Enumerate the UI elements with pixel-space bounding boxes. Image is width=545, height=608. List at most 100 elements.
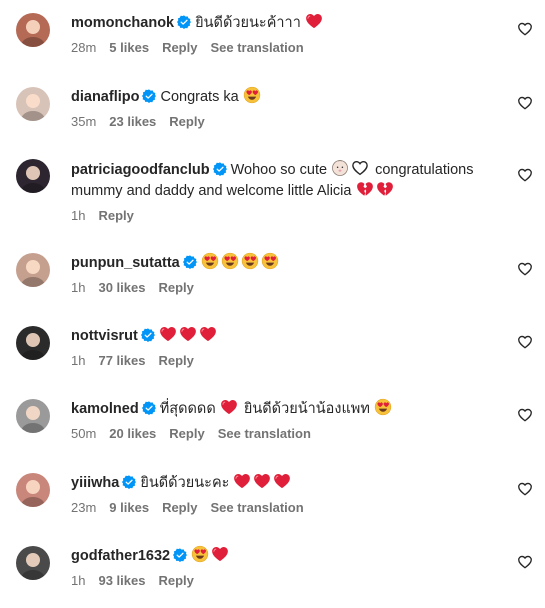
heart-eyes-emoji-icon (221, 252, 239, 270)
reply-button[interactable]: Reply (158, 353, 193, 368)
heart-eyes-emoji-icon (201, 252, 219, 270)
comment-meta: 35m 23 likes Reply (71, 114, 505, 130)
avatar[interactable] (16, 546, 50, 580)
avatar[interactable] (16, 159, 50, 193)
comment-meta: 1h 77 likes Reply (71, 353, 505, 369)
comment-time[interactable]: 1h (71, 280, 85, 295)
heart-eyes-emoji-icon (191, 545, 209, 563)
comment-text: Congrats ka (160, 89, 239, 105)
comment-time[interactable]: 35m (71, 114, 96, 129)
username[interactable]: yiiiwha (71, 475, 119, 491)
red-heart-emoji-icon (253, 472, 271, 490)
verified-badge-icon (213, 162, 227, 176)
like-heart-icon[interactable] (517, 21, 533, 37)
see-translation-button[interactable]: See translation (218, 426, 311, 441)
red-heart-emoji-icon (179, 325, 197, 343)
comment-text-line: nottvisrut (71, 325, 505, 346)
reply-button[interactable]: Reply (162, 40, 197, 55)
heart-eyes-emoji-icon (243, 86, 261, 104)
see-translation-button[interactable]: See translation (210, 40, 303, 55)
verified-badge-icon (183, 255, 197, 269)
verified-badge-icon (142, 401, 156, 415)
likes-count[interactable]: 9 likes (109, 500, 149, 515)
verified-badge-icon (122, 475, 136, 489)
comment-time[interactable]: 1h (71, 208, 85, 223)
comment-text-line: punpun_sutatta (71, 252, 505, 273)
reply-button[interactable]: Reply (98, 208, 133, 223)
baby-emoji-icon (331, 159, 349, 177)
red-heart-emoji-icon (199, 325, 217, 343)
comment-text: Wohoo so cute (230, 162, 328, 178)
username[interactable]: dianaflipo (71, 89, 139, 105)
reply-button[interactable]: Reply (162, 500, 197, 515)
avatar[interactable] (16, 473, 50, 507)
avatar[interactable] (16, 87, 50, 121)
broken-heart-emoji-icon (356, 180, 374, 198)
username[interactable]: nottvisrut (71, 328, 138, 344)
username[interactable]: patriciagoodfanclub (71, 162, 210, 178)
comment-text: ยินดีด้วยน้าน้องแพท (243, 401, 370, 417)
red-heart-emoji-icon (273, 472, 291, 490)
likes-count[interactable]: 30 likes (98, 280, 145, 295)
username[interactable]: kamolned (71, 401, 139, 417)
comment-text-line: kamolned ที่สุดดดด ยินดีด้วยน้าน้องแพท (71, 398, 505, 419)
reply-button[interactable]: Reply (158, 280, 193, 295)
comment-text-line: momonchanok ยินดีด้วยนะค้าาา (71, 12, 505, 33)
comment-meta: 23m 9 likes Reply See translation (71, 500, 505, 516)
comment-text-line: patriciagoodfanclub Wohoo so cute congrat… (71, 159, 505, 180)
like-heart-icon[interactable] (517, 95, 533, 111)
red-heart-emoji-icon (305, 12, 323, 30)
comment-text: ยินดีด้วยนะค้าาา (195, 15, 301, 31)
heart-eyes-emoji-icon (241, 252, 259, 270)
comment-time[interactable]: 50m (71, 426, 96, 441)
reply-button[interactable]: Reply (158, 573, 193, 588)
comment-meta: 1h Reply (71, 208, 505, 224)
comment-text: mummy and daddy and welcome little Alici… (71, 183, 352, 199)
reply-button[interactable]: Reply (169, 114, 204, 129)
comment-text: ยินดีด้วยนะคะ (140, 475, 230, 491)
comment-meta: 28m 5 likes Reply See translation (71, 40, 505, 56)
likes-count[interactable]: 5 likes (109, 40, 149, 55)
avatar[interactable] (16, 326, 50, 360)
comment-text-line: godfather1632 (71, 545, 505, 566)
comment-time[interactable]: 28m (71, 40, 96, 55)
red-heart-emoji-icon (159, 325, 177, 343)
verified-badge-icon (173, 548, 187, 562)
like-heart-icon[interactable] (517, 167, 533, 183)
username[interactable]: momonchanok (71, 15, 174, 31)
broken-heart-emoji-icon (376, 180, 394, 198)
heart-eyes-emoji-icon (374, 398, 392, 416)
avatar[interactable] (16, 399, 50, 433)
avatar[interactable] (16, 253, 50, 287)
comment-meta: 50m 20 likes Reply See translation (71, 426, 505, 442)
likes-count[interactable]: 93 likes (98, 573, 145, 588)
verified-badge-icon (141, 328, 155, 342)
username[interactable]: punpun_sutatta (71, 255, 180, 271)
likes-count[interactable]: 23 likes (109, 114, 156, 129)
comment-text-line: mummy and daddy and welcome little Alici… (71, 180, 505, 201)
like-heart-icon[interactable] (517, 261, 533, 277)
comment-text: congratulations (375, 162, 474, 178)
reply-button[interactable]: Reply (169, 426, 204, 441)
red-heart-emoji-icon (220, 398, 238, 416)
username[interactable]: godfather1632 (71, 548, 170, 564)
likes-count[interactable]: 77 likes (98, 353, 145, 368)
verified-badge-icon (142, 89, 156, 103)
like-heart-icon[interactable] (517, 481, 533, 497)
comment-time[interactable]: 1h (71, 353, 85, 368)
white-heart-emoji-icon (351, 159, 369, 177)
see-translation-button[interactable]: See translation (210, 500, 303, 515)
comment-text-line: yiiiwha ยินดีด้วยนะคะ (71, 472, 505, 493)
heart-eyes-emoji-icon (261, 252, 279, 270)
like-heart-icon[interactable] (517, 407, 533, 423)
comment-time[interactable]: 1h (71, 573, 85, 588)
like-heart-icon[interactable] (517, 554, 533, 570)
comment-time[interactable]: 23m (71, 500, 96, 515)
likes-count[interactable]: 20 likes (109, 426, 156, 441)
red-heart-emoji-icon (233, 472, 251, 490)
red-heart-emoji-icon (211, 545, 229, 563)
verified-badge-icon (177, 15, 191, 29)
comment-text-line: dianaflipo Congrats ka (71, 86, 505, 107)
avatar[interactable] (16, 13, 50, 47)
like-heart-icon[interactable] (517, 334, 533, 350)
